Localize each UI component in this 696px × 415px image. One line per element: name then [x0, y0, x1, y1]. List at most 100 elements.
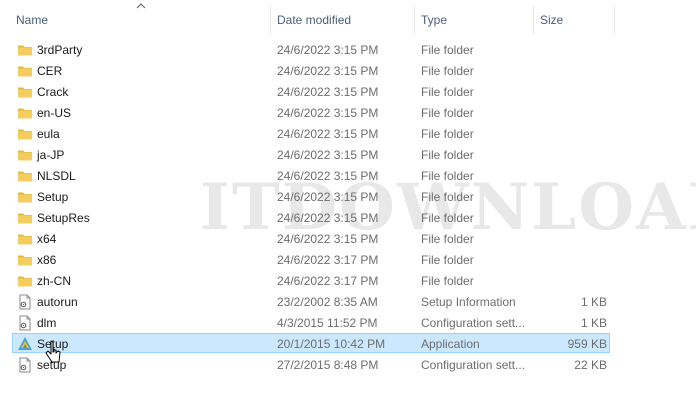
file-row[interactable]: zh-CN 24/6/2022 3:17 PM File folder — [12, 270, 610, 290]
folder-icon — [17, 210, 33, 226]
file-row[interactable]: eula 24/6/2022 3:15 PM File folder — [12, 123, 610, 143]
settings-file-icon — [17, 315, 33, 331]
file-type: Configuration sett... — [421, 316, 526, 330]
folder-icon — [18, 129, 32, 140]
column-header-name[interactable]: Name — [16, 12, 48, 28]
file-row[interactable]: SetupRes 24/6/2022 3:15 PM File folder — [12, 207, 610, 227]
file-name: SetupRes — [37, 211, 90, 225]
settings-file-icon — [17, 357, 33, 373]
application-icon — [17, 336, 33, 352]
file-type: Configuration sett... — [421, 358, 526, 372]
folder-icon — [17, 84, 33, 100]
file-date-modified: 24/6/2022 3:15 PM — [277, 64, 379, 78]
file-date-modified: 24/6/2022 3:15 PM — [277, 148, 379, 162]
file-date-modified: 24/6/2022 3:15 PM — [277, 127, 379, 141]
file-type: File folder — [421, 232, 474, 246]
file-row[interactable]: autorun 23/2/2002 8:35 AM Setup Informatio… — [12, 291, 610, 311]
settings-file-icon — [19, 294, 31, 310]
file-row[interactable]: dlm 4/3/2015 11:52 PM Configuration sett..… — [12, 312, 610, 332]
file-row[interactable]: Crack 24/6/2022 3:15 PM File folder — [12, 81, 610, 101]
file-type: File folder — [421, 274, 474, 288]
file-type: File folder — [421, 85, 474, 99]
file-name: 3rdParty — [37, 43, 83, 57]
column-header-size[interactable]: Size — [540, 12, 563, 28]
file-row[interactable]: NLSDL 24/6/2022 3:15 PM File folder — [12, 165, 610, 185]
folder-icon — [17, 252, 33, 268]
folder-icon — [18, 150, 32, 161]
file-date-modified: 24/6/2022 3:15 PM — [277, 211, 379, 225]
file-name: eula — [37, 127, 60, 141]
file-name: CER — [37, 64, 63, 78]
column-divider[interactable] — [614, 6, 615, 34]
settings-file-icon — [17, 294, 33, 310]
file-type: File folder — [421, 43, 474, 57]
file-name: ja-JP — [37, 148, 65, 162]
application-icon — [18, 337, 32, 350]
folder-icon — [17, 189, 33, 205]
column-divider[interactable] — [270, 6, 271, 34]
file-date-modified: 24/6/2022 3:15 PM — [277, 232, 379, 246]
column-divider[interactable] — [414, 6, 415, 34]
file-date-modified: 24/6/2022 3:15 PM — [277, 169, 379, 183]
folder-icon — [17, 273, 33, 289]
sort-ascending-icon[interactable] — [136, 2, 146, 10]
file-name: Setup — [37, 190, 69, 204]
file-row[interactable]: ja-JP 24/6/2022 3:15 PM File folder — [12, 144, 610, 164]
file-row[interactable]: setup 27/2/2015 8:48 PM Configuration sett… — [12, 354, 610, 374]
file-name: en-US — [37, 106, 72, 120]
folder-icon — [17, 168, 33, 184]
file-date-modified: 20/1/2015 10:42 PM — [277, 337, 386, 351]
folder-icon — [18, 108, 32, 119]
folder-icon — [18, 171, 32, 182]
column-divider[interactable] — [533, 6, 534, 34]
file-type: File folder — [421, 211, 474, 225]
folder-icon — [18, 255, 32, 266]
file-row[interactable]: Setup20/1/2015 10:42 PMApplication959 KB — [12, 333, 610, 353]
file-row[interactable]: x86 24/6/2022 3:17 PM File folder — [12, 249, 610, 269]
file-row[interactable]: CER 24/6/2022 3:15 PM File folder — [12, 60, 610, 80]
folder-icon — [18, 213, 32, 224]
file-type: File folder — [421, 253, 474, 267]
folder-icon — [18, 87, 32, 98]
file-size: 1 KB — [580, 295, 607, 309]
file-date-modified: 27/2/2015 8:48 PM — [277, 358, 379, 372]
folder-icon — [17, 126, 33, 142]
file-date-modified: 24/6/2022 3:17 PM — [277, 253, 379, 267]
file-name: x86 — [37, 253, 57, 267]
file-type: File folder — [421, 169, 474, 183]
file-date-modified: 24/6/2022 3:15 PM — [277, 85, 379, 99]
file-date-modified: 24/6/2022 3:15 PM — [277, 190, 379, 204]
folder-icon — [17, 147, 33, 163]
settings-file-icon — [19, 315, 31, 331]
file-type: File folder — [421, 190, 474, 204]
file-row[interactable]: 3rdParty 24/6/2022 3:15 PM File folder — [12, 39, 610, 59]
folder-icon — [17, 42, 33, 58]
file-row[interactable]: Setup 24/6/2022 3:15 PM File folder — [12, 186, 610, 206]
file-date-modified: 24/6/2022 3:15 PM — [277, 43, 379, 57]
file-type: File folder — [421, 106, 474, 120]
folder-icon — [18, 45, 32, 56]
file-date-modified: 24/6/2022 3:17 PM — [277, 274, 379, 288]
column-header-date[interactable]: Date modified — [277, 12, 351, 28]
folder-icon — [18, 66, 32, 77]
folder-icon — [18, 276, 32, 287]
mouse-pointer-icon — [45, 340, 61, 363]
column-header-type[interactable]: Type — [421, 12, 447, 28]
file-name: NLSDL — [37, 169, 76, 183]
file-date-modified: 24/6/2022 3:15 PM — [277, 106, 379, 120]
file-name: Crack — [37, 85, 69, 99]
file-type: File folder — [421, 127, 474, 141]
folder-icon — [17, 63, 33, 79]
file-type: Application — [421, 337, 480, 351]
file-row[interactable]: x64 24/6/2022 3:15 PM File folder — [12, 228, 610, 248]
file-row[interactable]: en-US 24/6/2022 3:15 PM File folder — [12, 102, 610, 122]
file-type: File folder — [421, 148, 474, 162]
settings-file-icon — [19, 357, 31, 373]
file-size: 1 KB — [580, 316, 607, 330]
file-type: Setup Information — [421, 295, 516, 309]
file-size: 959 KB — [567, 337, 607, 351]
file-name: x64 — [37, 232, 57, 246]
file-type: File folder — [421, 64, 474, 78]
file-size: 22 KB — [574, 358, 607, 372]
file-name: dlm — [37, 316, 57, 330]
